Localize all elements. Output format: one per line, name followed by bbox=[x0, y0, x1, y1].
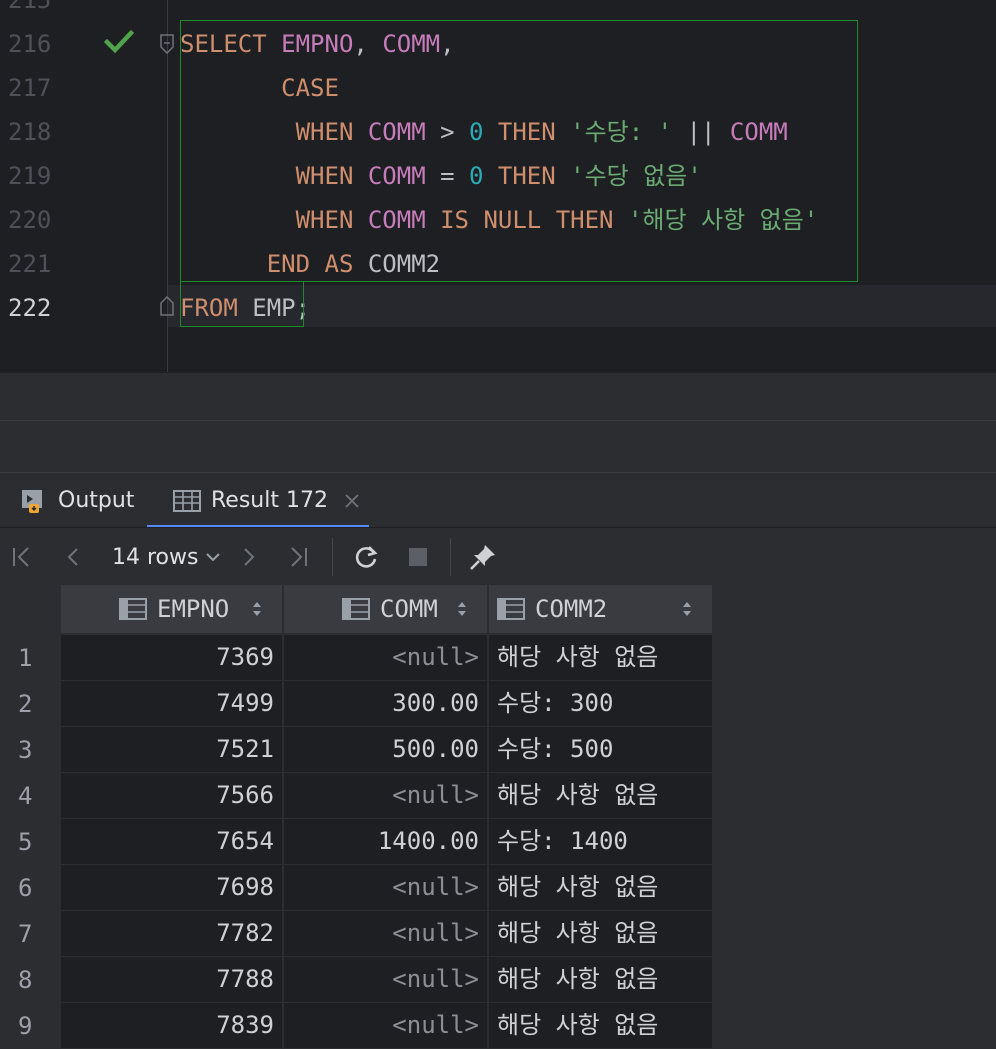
services-tab-bar: Output Result 172 bbox=[0, 472, 996, 528]
line-number: 217 bbox=[8, 74, 52, 102]
sort-icon[interactable] bbox=[455, 598, 469, 620]
column-header-label: COMM2 bbox=[535, 595, 608, 623]
row-number[interactable]: 5 bbox=[0, 819, 60, 865]
line-number: 218 bbox=[8, 118, 52, 146]
tab-result[interactable]: Result 172 bbox=[147, 473, 369, 528]
row-number[interactable]: 4 bbox=[0, 773, 60, 819]
stop-icon bbox=[409, 548, 427, 566]
toolbar-separator bbox=[332, 538, 333, 576]
row-number-header bbox=[0, 585, 60, 633]
cell-comm[interactable]: <null> bbox=[284, 911, 487, 956]
sql-editor[interactable]: 215 216 217 218 219 220 221 222 SELECT EMPNO, C… bbox=[0, 0, 996, 372]
pin-icon bbox=[470, 545, 495, 570]
close-tab-icon[interactable] bbox=[342, 491, 362, 511]
next-page-button[interactable] bbox=[236, 528, 260, 586]
row-number[interactable]: 9 bbox=[0, 1003, 60, 1049]
cell-comm2[interactable]: 해당 사항 없음 bbox=[489, 957, 712, 1002]
result-toolbar: 14 rows bbox=[0, 527, 996, 586]
tab-output[interactable]: Output bbox=[20, 473, 134, 528]
sort-icon[interactable] bbox=[250, 598, 264, 620]
row-number[interactable]: 3 bbox=[0, 727, 60, 773]
cell-comm[interactable]: <null> bbox=[284, 635, 487, 680]
last-page-button[interactable] bbox=[286, 528, 310, 586]
cell-comm2[interactable]: 수당: 500 bbox=[489, 727, 712, 772]
previous-page-button[interactable] bbox=[62, 528, 86, 586]
cell-comm[interactable]: <null> bbox=[284, 957, 487, 1002]
row-number[interactable]: 7 bbox=[0, 911, 60, 957]
statement-success-check-icon bbox=[104, 29, 134, 54]
row-count-label: 14 rows bbox=[112, 544, 199, 570]
column-icon bbox=[119, 598, 147, 620]
column-header-label: COMM bbox=[380, 595, 438, 623]
cell-empno[interactable]: 7566 bbox=[61, 773, 282, 818]
column-header-comm[interactable]: COMM bbox=[284, 585, 487, 633]
cell-comm[interactable]: <null> bbox=[284, 773, 487, 818]
cell-empno[interactable]: 7839 bbox=[61, 1003, 282, 1048]
cell-empno[interactable]: 7499 bbox=[61, 681, 282, 726]
stop-button[interactable] bbox=[406, 528, 430, 586]
column-icon bbox=[497, 598, 525, 620]
column-header-empno[interactable]: EMPNO bbox=[61, 585, 282, 633]
cell-comm2[interactable]: 해당 사항 없음 bbox=[489, 911, 712, 956]
pin-tab-button[interactable] bbox=[468, 528, 498, 586]
line-number: 215 bbox=[8, 0, 52, 14]
first-page-icon bbox=[13, 547, 29, 567]
table-grid-icon bbox=[173, 489, 201, 512]
cell-comm[interactable]: 1400.00 bbox=[284, 819, 487, 864]
cell-comm2[interactable]: 해당 사항 없음 bbox=[489, 1003, 712, 1048]
toolbar-separator bbox=[450, 538, 451, 576]
cell-comm[interactable]: 500.00 bbox=[284, 727, 487, 772]
cell-empno[interactable]: 7654 bbox=[61, 819, 282, 864]
refresh-icon bbox=[355, 546, 378, 568]
line-number: 220 bbox=[8, 206, 52, 234]
chevron-left-icon bbox=[67, 548, 78, 566]
column-icon bbox=[342, 598, 370, 620]
row-number[interactable]: 8 bbox=[0, 957, 60, 1003]
sort-icon[interactable] bbox=[680, 598, 694, 620]
cell-empno[interactable]: 7698 bbox=[61, 865, 282, 910]
line-number: 221 bbox=[8, 250, 52, 278]
row-number[interactable]: 1 bbox=[0, 635, 60, 681]
cell-comm2[interactable]: 해당 사항 없음 bbox=[489, 635, 712, 680]
cell-comm2[interactable]: 해당 사항 없음 bbox=[489, 865, 712, 910]
fold-end-icon[interactable] bbox=[160, 296, 174, 316]
executed-statement-outline bbox=[180, 20, 858, 282]
row-number[interactable]: 6 bbox=[0, 865, 60, 911]
output-console-icon bbox=[22, 489, 42, 513]
tab-output-label: Output bbox=[58, 488, 135, 513]
line-number: 216 bbox=[8, 30, 52, 58]
first-page-button[interactable] bbox=[10, 528, 34, 586]
chevron-down-icon bbox=[206, 553, 221, 562]
line-number: 219 bbox=[8, 162, 52, 190]
cell-comm[interactable]: <null> bbox=[284, 865, 487, 910]
cell-empno[interactable]: 7521 bbox=[61, 727, 282, 772]
cell-comm2[interactable]: 수당: 1400 bbox=[489, 819, 712, 864]
editor-bottom-strip bbox=[0, 372, 996, 421]
fold-start-icon[interactable] bbox=[160, 34, 174, 54]
column-header-label: EMPNO bbox=[157, 595, 230, 623]
tab-result-label: Result 172 bbox=[211, 488, 328, 513]
cell-comm2[interactable]: 수당: 300 bbox=[489, 681, 712, 726]
chevron-right-icon bbox=[244, 548, 255, 566]
last-page-icon bbox=[291, 547, 307, 567]
page-size-dropdown[interactable]: 14 rows bbox=[112, 528, 222, 586]
cell-comm[interactable]: 300.00 bbox=[284, 681, 487, 726]
line-number: 222 bbox=[8, 294, 52, 322]
row-number[interactable]: 2 bbox=[0, 681, 60, 727]
cell-comm2[interactable]: 해당 사항 없음 bbox=[489, 773, 712, 818]
column-header-comm2[interactable]: COMM2 bbox=[489, 585, 712, 633]
cell-comm[interactable]: <null> bbox=[284, 1003, 487, 1048]
cell-empno[interactable]: 7788 bbox=[61, 957, 282, 1002]
cell-empno[interactable]: 7369 bbox=[61, 635, 282, 680]
panel-title-bar bbox=[0, 420, 996, 473]
refresh-button[interactable] bbox=[352, 528, 380, 586]
result-grid[interactable]: EMPNO COMM COMM2 1 7369 <null> 해당 사항 없음 2 7499 3… bbox=[0, 585, 996, 1049]
cell-empno[interactable]: 7782 bbox=[61, 911, 282, 956]
executed-statement-outline-tail bbox=[180, 282, 304, 327]
gutter-separator bbox=[167, 0, 168, 372]
